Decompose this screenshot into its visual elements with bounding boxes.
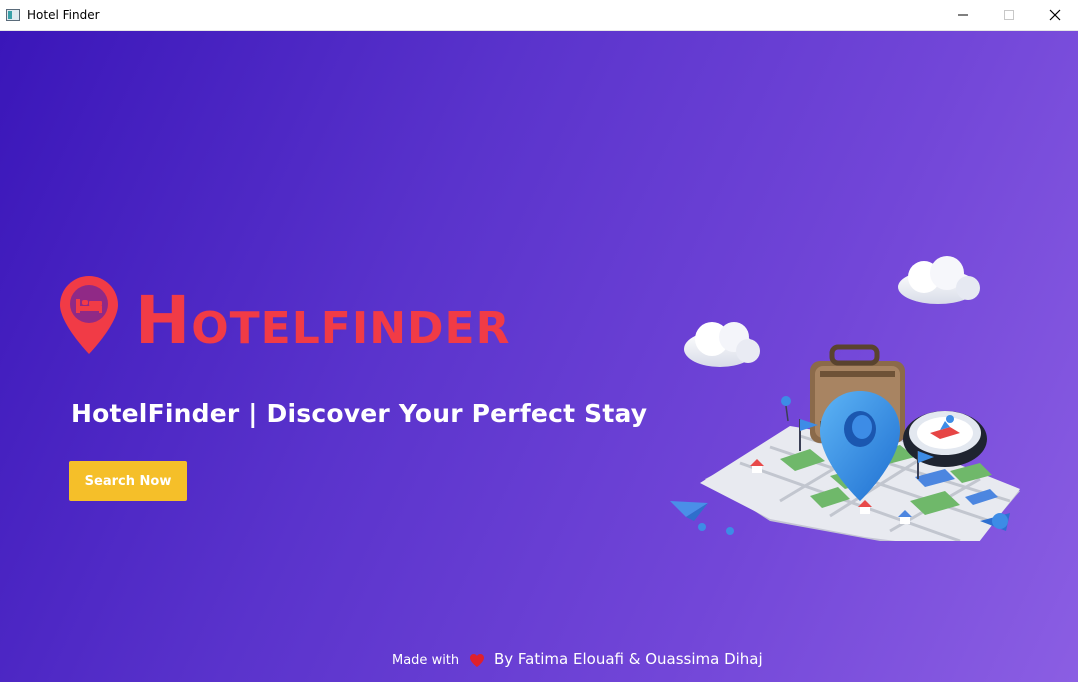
cloud-icon bbox=[684, 322, 760, 367]
title-bar: Hotel Finder bbox=[0, 0, 1078, 31]
heart-icon bbox=[470, 654, 484, 667]
close-icon bbox=[1049, 9, 1061, 21]
cloud-icon bbox=[898, 256, 980, 304]
minimize-button[interactable] bbox=[940, 0, 986, 30]
minimize-icon bbox=[958, 14, 968, 16]
close-button[interactable] bbox=[1032, 0, 1078, 30]
page-tagline: HotelFinder | Discover Your Perfect Stay bbox=[71, 399, 648, 428]
search-now-button[interactable]: Search Now bbox=[69, 461, 187, 501]
window-title: Hotel Finder bbox=[27, 8, 100, 22]
app-window: Hotel Finder HOTELFINDER HotelFinder | D… bbox=[0, 0, 1078, 682]
hero-section: HOTELFINDER HotelFinder | Discover Your … bbox=[0, 31, 1078, 682]
maximize-icon bbox=[1004, 10, 1014, 20]
footer-made-with: Made with bbox=[392, 653, 460, 668]
compass-icon bbox=[903, 411, 987, 467]
logo-first-letter: H bbox=[135, 282, 192, 359]
footer-authors: By Fatima Elouafi & Ouassima Dihaj bbox=[494, 650, 763, 668]
logo-rest: OTELFINDER bbox=[191, 303, 511, 354]
travel-map-illustration bbox=[670, 256, 1020, 541]
app-icon bbox=[6, 9, 20, 21]
location-pin-bed-icon bbox=[60, 276, 118, 354]
maximize-button[interactable] bbox=[986, 0, 1032, 30]
logo-wordmark: HOTELFINDER bbox=[135, 288, 510, 354]
paper-plane-icon bbox=[670, 501, 734, 535]
